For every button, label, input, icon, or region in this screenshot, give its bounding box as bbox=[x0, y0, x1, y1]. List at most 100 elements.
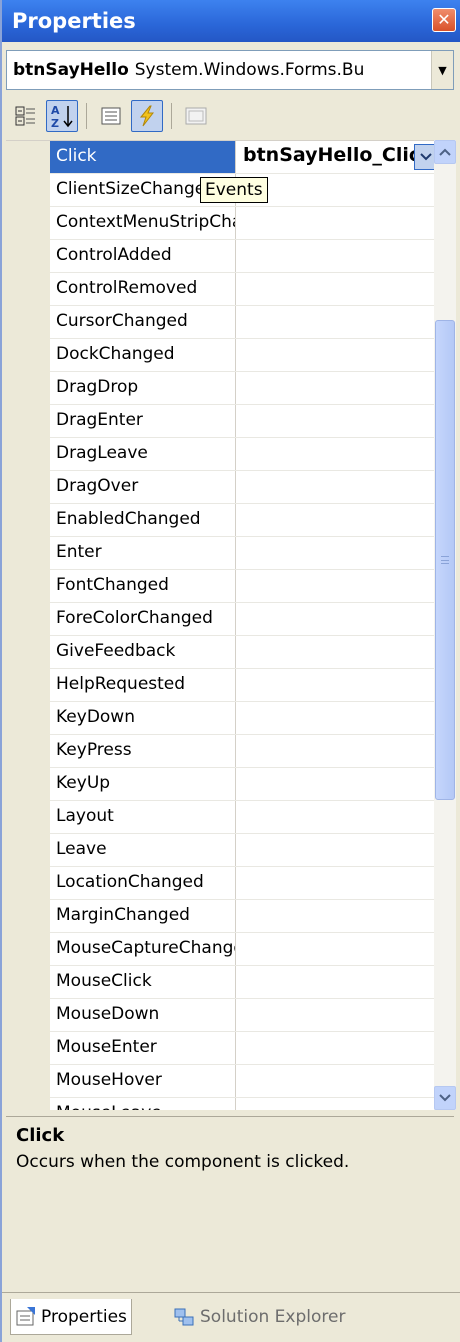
event-name: KeyUp bbox=[50, 768, 236, 800]
description-pane: Click Occurs when the component is click… bbox=[6, 1116, 454, 1286]
event-handler-field[interactable] bbox=[237, 339, 438, 371]
event-name: Enter bbox=[50, 537, 236, 569]
event-row[interactable]: ControlRemoved bbox=[50, 273, 438, 306]
event-handler-field[interactable] bbox=[237, 372, 438, 404]
events-view-button[interactable] bbox=[131, 100, 163, 132]
event-row[interactable]: EnabledChanged bbox=[50, 504, 438, 537]
event-name: ContextMenuStripChanged bbox=[50, 207, 236, 239]
lightning-icon bbox=[139, 105, 155, 127]
event-handler-field[interactable] bbox=[237, 438, 438, 470]
event-handler-field[interactable] bbox=[237, 273, 438, 305]
event-row[interactable]: LocationChanged bbox=[50, 867, 438, 900]
event-handler-field[interactable] bbox=[237, 603, 438, 635]
alphabetical-button[interactable]: A Z bbox=[46, 100, 78, 132]
event-name: DragOver bbox=[50, 471, 236, 503]
event-handler-field[interactable] bbox=[237, 537, 438, 569]
event-handler-field[interactable] bbox=[237, 900, 438, 932]
event-row[interactable]: KeyDown bbox=[50, 702, 438, 735]
event-handler-field[interactable] bbox=[237, 735, 438, 767]
event-handler-value: btnSayHello_Click bbox=[243, 144, 433, 166]
event-handler-field[interactable] bbox=[237, 702, 438, 734]
event-handler-field[interactable]: btnSayHello_Click bbox=[237, 141, 438, 173]
event-row[interactable]: CursorChanged bbox=[50, 306, 438, 339]
event-row[interactable]: KeyPress bbox=[50, 735, 438, 768]
events-grid: Click btnSayHello_Click ClientSizeChanged C… bbox=[6, 140, 438, 1110]
event-row[interactable]: MouseEnter bbox=[50, 1032, 438, 1065]
properties-view-button[interactable] bbox=[95, 100, 127, 132]
object-selector[interactable]: btnSayHello System.Windows.Forms.Bu ▼ bbox=[6, 50, 454, 90]
event-name: Leave bbox=[50, 834, 236, 866]
event-handler-field[interactable] bbox=[237, 240, 438, 272]
event-row[interactable]: DragOver bbox=[50, 471, 438, 504]
property-pages-button[interactable] bbox=[180, 100, 212, 132]
event-name: DragLeave bbox=[50, 438, 236, 470]
tab-properties-label: Properties bbox=[41, 1306, 127, 1327]
event-row[interactable]: Leave bbox=[50, 834, 438, 867]
event-handler-field[interactable] bbox=[237, 207, 438, 239]
event-handler-field[interactable] bbox=[237, 834, 438, 866]
categorized-button[interactable] bbox=[10, 100, 42, 132]
event-row[interactable]: HelpRequested bbox=[50, 669, 438, 702]
event-handler-field[interactable] bbox=[237, 768, 438, 800]
event-name: MouseLeave bbox=[50, 1098, 236, 1110]
scroll-up-icon[interactable] bbox=[434, 140, 456, 164]
svg-text:Z: Z bbox=[51, 117, 59, 129]
event-row[interactable]: Enter bbox=[50, 537, 438, 570]
close-icon[interactable]: ✕ bbox=[432, 8, 456, 32]
event-handler-field[interactable] bbox=[237, 306, 438, 338]
event-handler-field[interactable] bbox=[237, 1032, 438, 1064]
event-name: ForeColorChanged bbox=[50, 603, 236, 635]
event-row[interactable]: DragDrop bbox=[50, 372, 438, 405]
event-row[interactable]: MouseClick bbox=[50, 966, 438, 999]
event-handler-field[interactable] bbox=[237, 966, 438, 998]
event-name: MouseEnter bbox=[50, 1032, 236, 1064]
events-tooltip: Events bbox=[200, 177, 268, 203]
event-handler-field[interactable] bbox=[237, 636, 438, 668]
event-name: MouseDown bbox=[50, 999, 236, 1031]
event-row[interactable]: MarginChanged bbox=[50, 900, 438, 933]
event-handler-field[interactable] bbox=[237, 405, 438, 437]
event-row[interactable]: MouseHover bbox=[50, 1065, 438, 1098]
event-handler-field[interactable] bbox=[237, 504, 438, 536]
tab-solution-explorer-label: Solution Explorer bbox=[200, 1307, 346, 1327]
window-title: Properties bbox=[12, 9, 136, 33]
tab-properties[interactable]: Properties bbox=[10, 1299, 132, 1335]
scroll-down-icon[interactable] bbox=[434, 1086, 456, 1110]
vertical-scrollbar[interactable] bbox=[434, 140, 456, 1110]
event-row[interactable]: ContextMenuStripChanged bbox=[50, 207, 438, 240]
bottom-tabs: Properties Solution Explorer bbox=[2, 1292, 460, 1342]
event-row[interactable]: GiveFeedback bbox=[50, 636, 438, 669]
event-row[interactable]: Layout bbox=[50, 801, 438, 834]
event-row[interactable]: ControlAdded bbox=[50, 240, 438, 273]
event-handler-field[interactable] bbox=[237, 801, 438, 833]
tab-solution-explorer[interactable]: Solution Explorer bbox=[170, 1299, 349, 1335]
properties-tab-icon bbox=[16, 1306, 35, 1325]
event-row[interactable]: DragLeave bbox=[50, 438, 438, 471]
toolbar-separator bbox=[86, 103, 87, 129]
scroll-thumb[interactable] bbox=[435, 320, 455, 800]
event-name: CursorChanged bbox=[50, 306, 236, 338]
event-row[interactable]: Click btnSayHello_Click bbox=[50, 141, 438, 174]
event-handler-field[interactable] bbox=[237, 867, 438, 899]
event-handler-field[interactable] bbox=[237, 933, 438, 965]
event-row[interactable]: FontChanged bbox=[50, 570, 438, 603]
event-row[interactable]: DragEnter bbox=[50, 405, 438, 438]
event-name: MouseCaptureChanged bbox=[50, 933, 236, 965]
chevron-down-icon[interactable]: ▼ bbox=[431, 51, 453, 89]
event-handler-field[interactable] bbox=[237, 471, 438, 503]
event-handler-field[interactable] bbox=[237, 669, 438, 701]
event-row[interactable]: DockChanged bbox=[50, 339, 438, 372]
event-name: HelpRequested bbox=[50, 669, 236, 701]
properties-list-icon bbox=[101, 107, 121, 125]
event-row[interactable]: MouseLeave bbox=[50, 1098, 438, 1110]
object-type: System.Windows.Forms.Bu bbox=[134, 60, 365, 80]
event-row[interactable]: MouseCaptureChanged bbox=[50, 933, 438, 966]
event-row[interactable]: ForeColorChanged bbox=[50, 603, 438, 636]
event-handler-field[interactable] bbox=[237, 570, 438, 602]
event-handler-field[interactable] bbox=[237, 1098, 438, 1110]
event-row[interactable]: KeyUp bbox=[50, 768, 438, 801]
event-name: GiveFeedback bbox=[50, 636, 236, 668]
event-handler-field[interactable] bbox=[237, 1065, 438, 1097]
event-row[interactable]: MouseDown bbox=[50, 999, 438, 1032]
event-handler-field[interactable] bbox=[237, 999, 438, 1031]
